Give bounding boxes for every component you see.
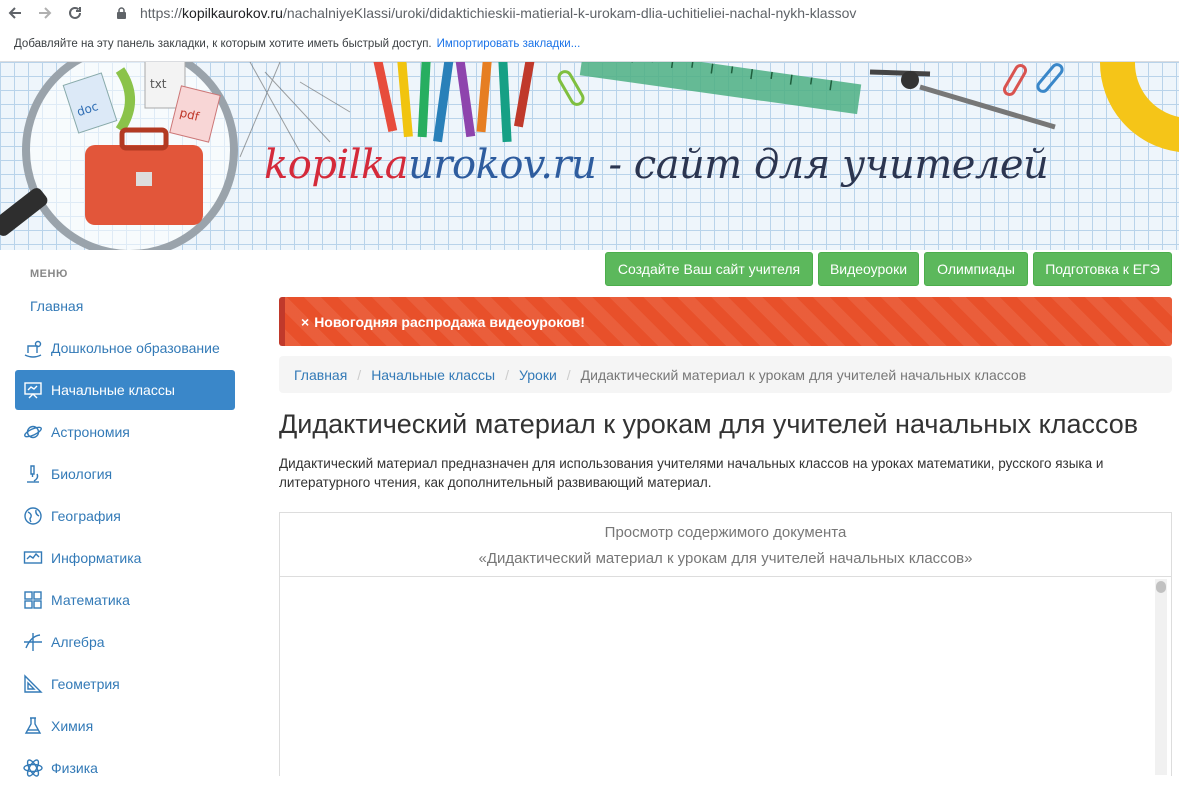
- import-bookmarks-link[interactable]: Импортировать закладки...: [437, 38, 581, 50]
- back-arrow-icon[interactable]: [0, 0, 30, 26]
- breadcrumb-home[interactable]: Главная: [294, 367, 347, 383]
- olympiads-button[interactable]: Олимпиады: [924, 252, 1028, 286]
- menu-heading: МЕНЮ: [30, 268, 68, 280]
- graph-axes-icon: [21, 630, 45, 654]
- sidebar-item-label: География: [51, 508, 121, 524]
- blackboard-icon: [21, 378, 45, 402]
- atom-icon: [21, 756, 45, 780]
- magnifier-logo: doc txt pdf: [22, 62, 238, 250]
- sidebar-item-label: Алгебра: [51, 634, 105, 650]
- sidebar-item-label: Геометрия: [51, 676, 120, 692]
- sidebar-item-informatics[interactable]: Информатика: [15, 538, 235, 578]
- forward-arrow-icon[interactable]: [30, 0, 60, 26]
- sidebar-item-preschool[interactable]: Дошкольное образование: [15, 328, 235, 368]
- sidebar-item-label: Астрономия: [51, 424, 130, 440]
- lock-icon: [112, 6, 130, 20]
- flask-icon: [21, 714, 45, 738]
- bookmarks-hint: Добавляйте на эту панель закладки, к кот…: [14, 37, 432, 50]
- svg-text:txt: txt: [150, 77, 167, 91]
- sidebar-item-label: Биология: [51, 466, 113, 482]
- sidebar-menu: МЕНЮ Главная Дошкольное образование Нача…: [0, 250, 250, 777]
- calculator-icon: [21, 588, 45, 612]
- url-path: /nachalniyeKlassi/uroki/didaktichieskii-…: [282, 5, 857, 21]
- page-description: Дидактический материал предназначен для …: [279, 456, 1104, 490]
- monitor-icon: [21, 546, 45, 570]
- sidebar-item-algebra[interactable]: Алгебра: [15, 622, 235, 662]
- sidebar-item-mathematics[interactable]: Математика: [15, 580, 235, 620]
- breadcrumb: Главная / Начальные классы / Уроки / Дид…: [279, 356, 1172, 393]
- sidebar-item-chemistry[interactable]: Химия: [15, 706, 235, 746]
- sidebar-item-astronomy[interactable]: Астрономия: [15, 412, 235, 452]
- document-preview-heading: Просмотр содержимого документа: [604, 524, 847, 541]
- site-title-part-1: kopilka: [264, 142, 409, 188]
- triangle-ruler-icon: [21, 672, 45, 696]
- sidebar-item-home[interactable]: Главная: [15, 286, 235, 326]
- site-title[interactable]: kopilkaurokov.ru - сайт для учителей: [264, 142, 1049, 188]
- sidebar-item-label: Дошкольное образование: [51, 340, 220, 356]
- url-host: kopilkaurokov.ru: [182, 5, 283, 21]
- sidebar-item-label: Физика: [51, 760, 98, 776]
- site-header-banner: doc txt pdf kopilkaurokov.ru - сайт для …: [0, 62, 1179, 250]
- breadcrumb-separator: /: [357, 366, 362, 383]
- sidebar-item-label: Информатика: [51, 550, 142, 566]
- sidebar-item-primary-school[interactable]: Начальные классы: [15, 370, 235, 410]
- sale-alert-text: Новогодняя распродажа видеоуроков!: [314, 313, 585, 330]
- breadcrumb-current: Дидактический материал к урокам для учит…: [580, 366, 1027, 383]
- exam-prep-button[interactable]: Подготовка к ЕГЭ: [1033, 252, 1172, 286]
- site-title-part-3: - сайт для учителей: [596, 142, 1049, 188]
- reload-icon[interactable]: [60, 0, 90, 26]
- url-prefix: https://: [140, 5, 183, 21]
- sale-alert-banner[interactable]: × Новогодняя распродажа видеоуроков!: [279, 297, 1172, 346]
- document-preview: Просмотр содержимого документа «Дидактич…: [279, 512, 1172, 776]
- sidebar-item-geometry[interactable]: Геометрия: [15, 664, 235, 704]
- address-bar[interactable]: https://kopilkaurokov.ru/nachalniyeKlass…: [112, 1, 856, 25]
- sidebar-item-biology[interactable]: Биология: [15, 454, 235, 494]
- breadcrumb-lessons[interactable]: Уроки: [519, 367, 557, 383]
- document-scrollbar[interactable]: [1155, 579, 1167, 775]
- planet-icon: [21, 420, 45, 444]
- sidebar-item-label: Главная: [30, 298, 84, 314]
- breadcrumb-primary-school[interactable]: Начальные классы: [371, 367, 495, 383]
- sidebar-item-label: Математика: [51, 592, 130, 608]
- breadcrumb-separator: /: [505, 366, 509, 383]
- scrollbar-thumb[interactable]: [1156, 581, 1166, 593]
- rocking-horse-icon: [21, 336, 45, 360]
- close-icon[interactable]: ×: [301, 314, 309, 330]
- sidebar-item-label: Начальные классы: [51, 382, 175, 398]
- sidebar-item-label: Химия: [51, 718, 94, 734]
- document-preview-header: Просмотр содержимого документа «Дидактич…: [280, 513, 1171, 577]
- sidebar-item-geography[interactable]: География: [15, 496, 235, 536]
- browser-toolbar: https://kopilkaurokov.ru/nachalniyeKlass…: [0, 0, 1179, 26]
- document-preview-title: «Дидактический материал к урокам для учи…: [478, 550, 973, 567]
- microscope-icon: [21, 462, 45, 486]
- sidebar-item-physics[interactable]: Физика: [15, 748, 235, 788]
- breadcrumb-separator: /: [566, 366, 571, 383]
- create-teacher-site-button[interactable]: Создайте Ваш сайт учителя: [605, 252, 813, 286]
- video-lessons-button[interactable]: Видеоуроки: [818, 252, 919, 286]
- site-title-part-2: urokov.ru: [408, 142, 597, 188]
- bookmarks-bar: Добавляйте на эту панель закладки, к кот…: [0, 26, 1179, 62]
- briefcase-icon: doc txt pdf: [62, 62, 221, 225]
- page-title: Дидактический материал к урокам для учит…: [279, 409, 1139, 439]
- globe-icon: [21, 504, 45, 528]
